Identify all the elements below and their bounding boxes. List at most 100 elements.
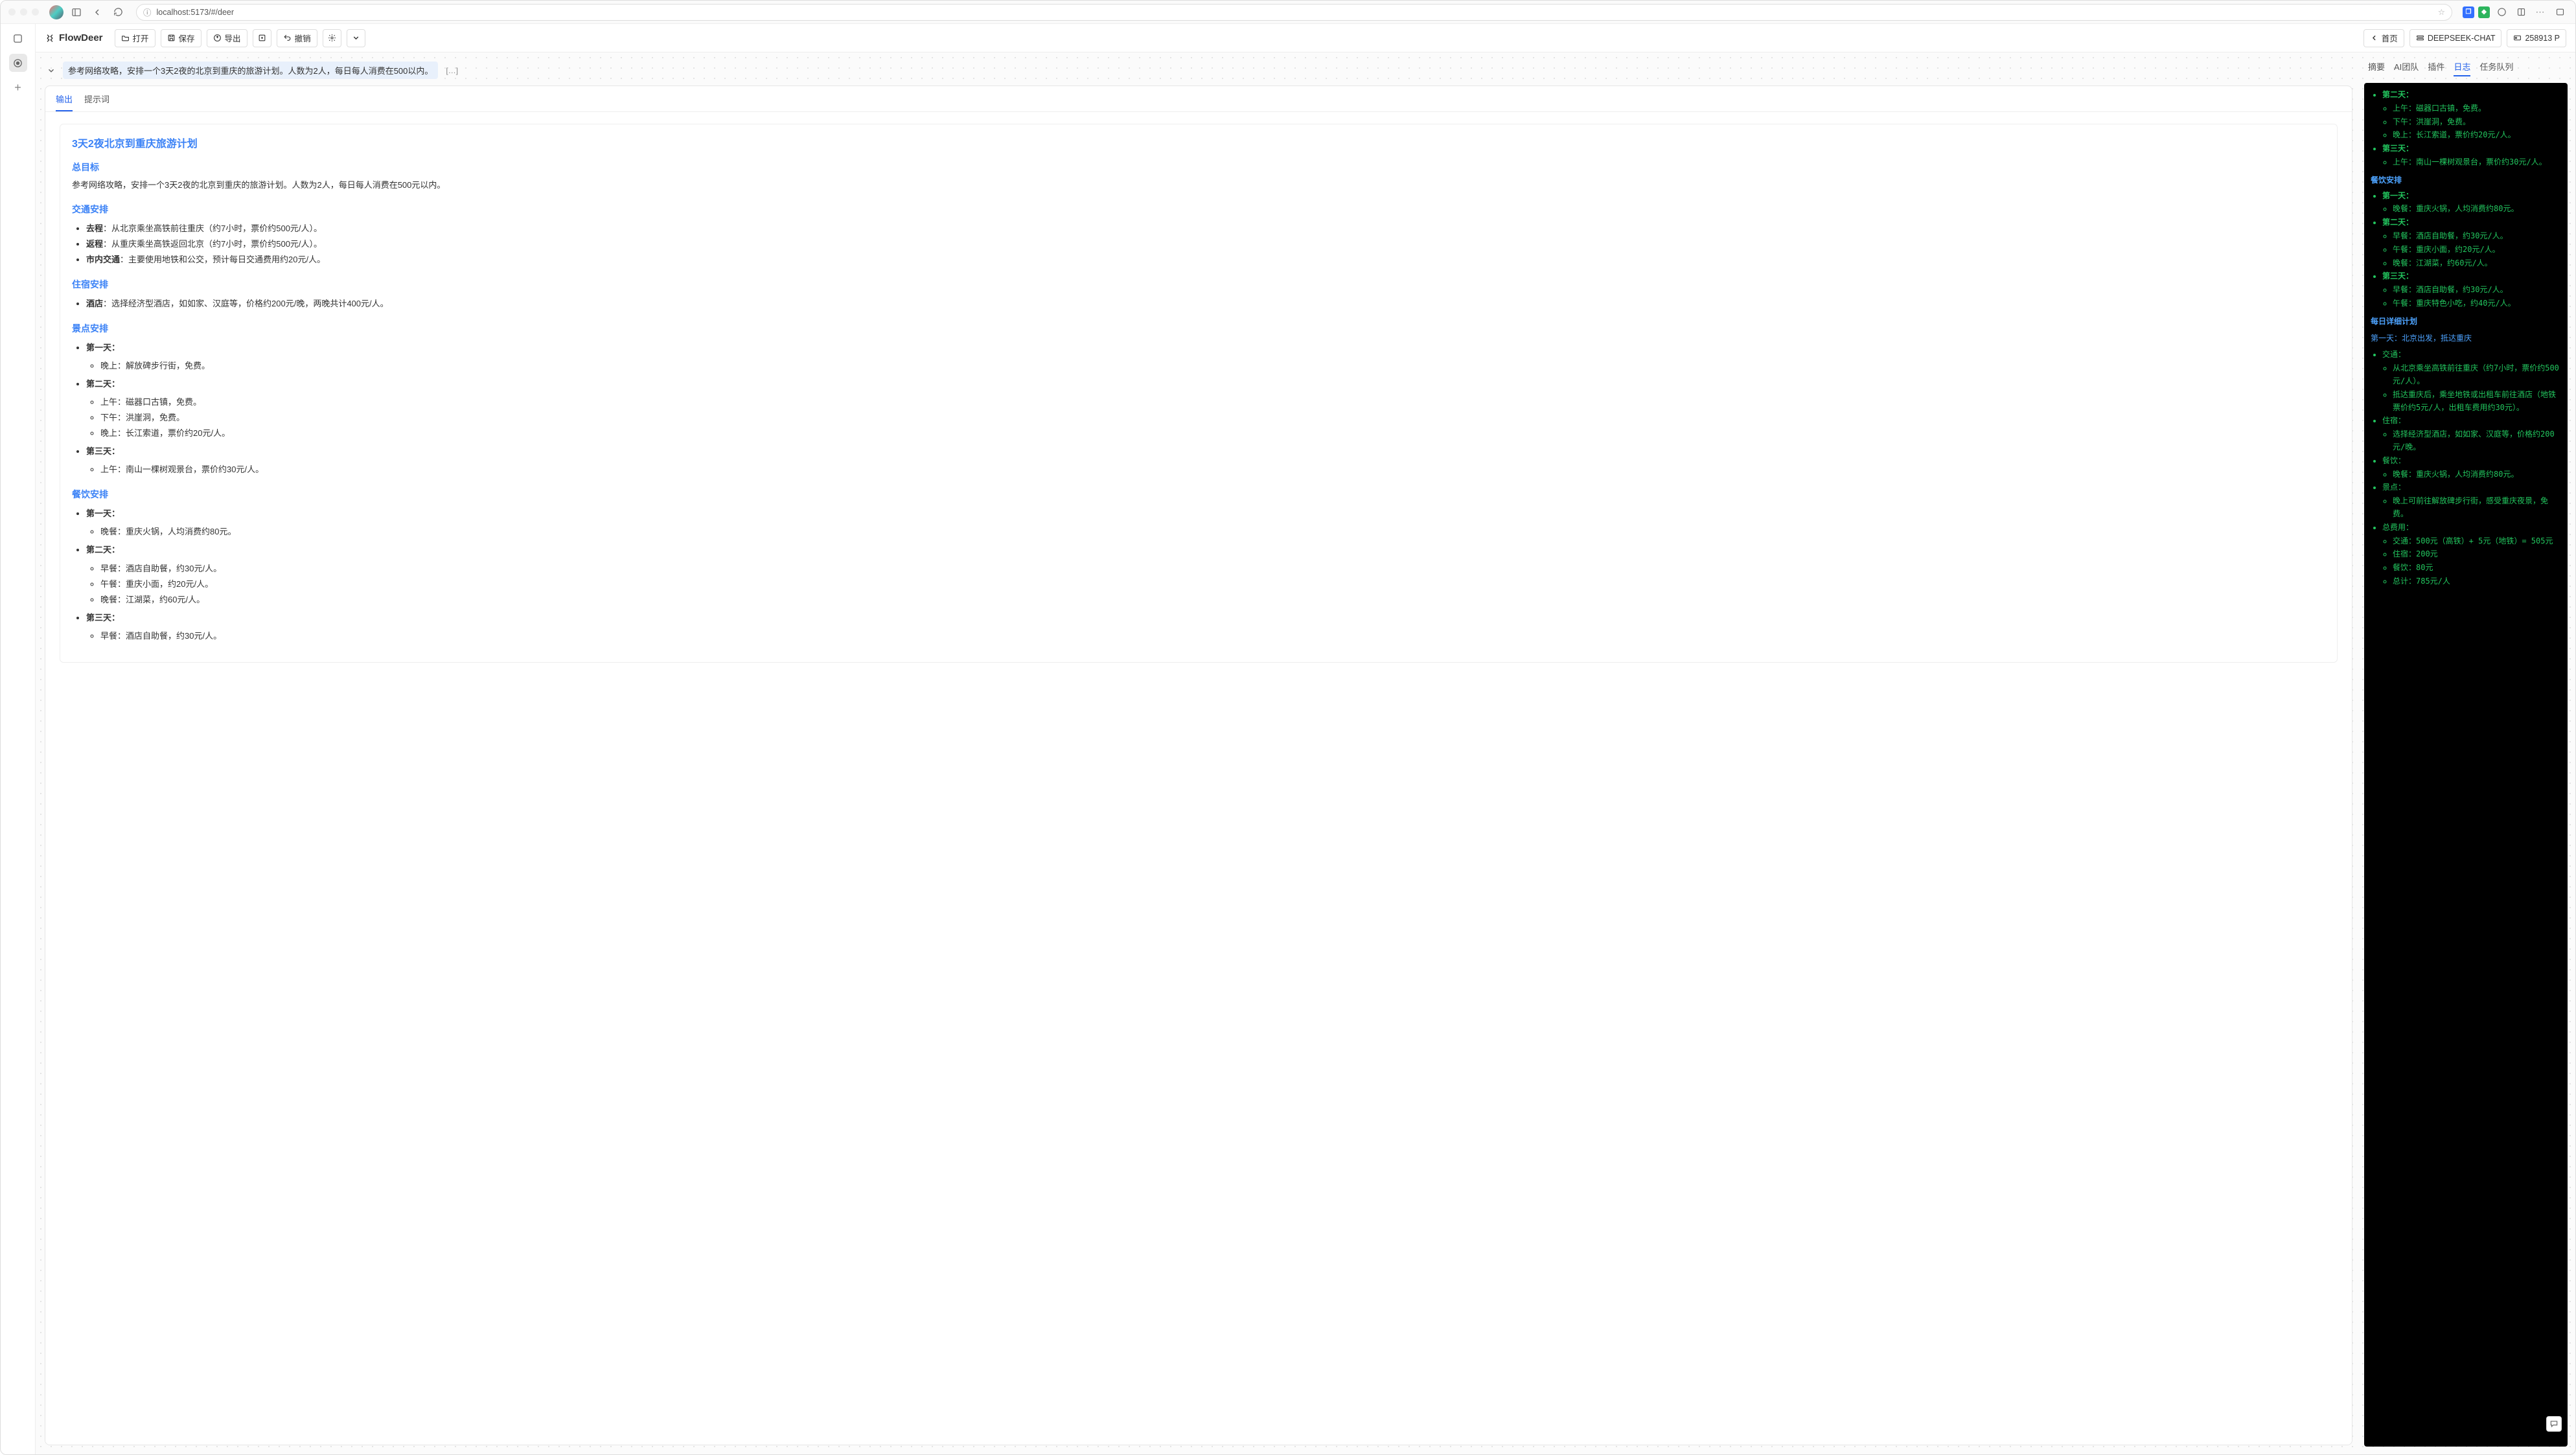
food-heading: 餐饮安排 [72, 488, 2325, 501]
app-toolbar: FlowDeer 打开 保存 导出 撤销 首页 DEEPSEEK-CHAT 25… [36, 24, 2575, 52]
points-button[interactable]: 258913 P [2507, 29, 2566, 47]
rail-item-2[interactable] [9, 54, 27, 72]
list-item: 晚餐：重庆火锅，人均消费约80元。 [100, 524, 2325, 540]
window-icon[interactable] [2552, 5, 2568, 20]
list-item: 交通：从北京乘坐高铁前往重庆（约7小时，票价约500元/人）。抵达重庆后，乘坐地… [2382, 349, 2561, 414]
lodging-heading: 住宿安排 [72, 278, 2325, 291]
url-bar[interactable]: ⓘ localhost:5173/#/deer ☆ [136, 4, 2452, 21]
list-item: 晚上：解放碑步行街，免费。 [100, 358, 2325, 374]
traffic-lights [8, 8, 39, 16]
list-item: 餐饮：80元 [2393, 562, 2561, 575]
collapse-toggle[interactable] [45, 64, 58, 77]
sidebar-toggle-icon[interactable] [69, 5, 84, 20]
list-item: 晚餐：江湖菜，约60元/人。 [100, 592, 2325, 608]
side-tab-tasks[interactable]: 任务队列 [2479, 60, 2513, 76]
feedback-button[interactable] [2546, 1416, 2562, 1432]
side-tab-plugins[interactable]: 插件 [2428, 60, 2444, 76]
list-item: 住宿：选择经济型酒店，如如家、汉庭等，价格约200元/晚。 [2382, 415, 2561, 453]
list-item: 午餐：重庆特色小吃，约40元/人。 [2393, 297, 2561, 310]
list-item: 早餐：酒店自助餐，约30元/人。 [2393, 284, 2561, 297]
list-item: 下午：洪崖洞，免费。 [100, 410, 2325, 426]
list-item: 早餐：酒店自助餐，约30元/人。 [2393, 230, 2561, 243]
panel-icon[interactable] [2513, 5, 2529, 20]
browser-sidebar: + [1, 24, 36, 1454]
undo-button[interactable]: 撤销 [277, 29, 317, 47]
tab-prompt[interactable]: 提示词 [84, 93, 109, 111]
list-item: 上午：磁器口古镇，免费。 [2393, 102, 2561, 115]
list-item: 第三天：上午：南山一棵树观景台，票价约30元/人。 [86, 444, 2325, 477]
more-icon[interactable]: ⋯ [2533, 5, 2548, 20]
list-item: 第一天：晚餐：重庆火锅，人均消费约80元。 [2382, 190, 2561, 216]
list-item: 晚上：长江索道，票价约20元/人。 [2393, 129, 2561, 142]
side-tab-summary[interactable]: 摘要 [2368, 60, 2385, 76]
log-panel[interactable]: 第二天：上午：磁器口古镇，免费。下午：洪崖洞，免费。晚上：长江索道，票价约20元… [2364, 83, 2568, 1447]
list-item: 餐饮：晚餐：重庆火锅，人均消费约80元。 [2382, 455, 2561, 481]
list-item: 早餐：酒店自助餐，约30元/人。 [100, 561, 2325, 577]
list-item: 晚上可前往解放碑步行街，感受重庆夜景，免费。 [2393, 495, 2561, 521]
home-button[interactable]: 首页 [2363, 29, 2404, 47]
list-item: 第三天：早餐：酒店自助餐，约30元/人。午餐：重庆特色小吃，约40元/人。 [2382, 270, 2561, 310]
list-item: 早餐：酒店自助餐，约30元/人。 [100, 628, 2325, 644]
log-food-heading: 餐饮安排 [2371, 174, 2561, 187]
nav-back-icon[interactable] [89, 5, 105, 20]
list-item: 午餐：重庆小面，约20元/人。 [100, 577, 2325, 592]
save-button[interactable]: 保存 [161, 29, 201, 47]
open-button[interactable]: 打开 [115, 29, 155, 47]
list-item: 从北京乘坐高铁前往重庆（约7小时，票价约500元/人）。 [2393, 362, 2561, 388]
extensions-icon[interactable] [2494, 5, 2509, 20]
document-body: 3天2夜北京到重庆旅游计划 总目标 参考网络攻略，安排一个3天2夜的北京到重庆的… [45, 112, 2352, 1445]
list-item: 午餐：重庆小面，约20元/人。 [2393, 244, 2561, 257]
list-item: 选择经济型酒店，如如家、汉庭等，价格约200元/晚。 [2393, 428, 2561, 454]
extension-badge-1[interactable]: ❐ [2463, 6, 2474, 18]
info-icon: ⓘ [143, 6, 152, 18]
profile-avatar[interactable] [49, 5, 63, 19]
log-day1-heading: 第一天：北京出发，抵达重庆 [2371, 332, 2561, 345]
list-item: 第二天：上午：磁器口古镇，免费。下午：洪崖洞，免费。晚上：长江索道，票价约20元… [2382, 89, 2561, 142]
list-item: 晚餐：江湖菜，约60元/人。 [2393, 257, 2561, 270]
browser-titlebar: ⓘ localhost:5173/#/deer ☆ ❐ ◆ ⋯ [1, 1, 2575, 24]
export-button[interactable]: 导出 [207, 29, 247, 47]
dropdown-button[interactable] [347, 29, 365, 47]
side-tab-log[interactable]: 日志 [2454, 60, 2470, 76]
doc-title: 3天2夜北京到重庆旅游计划 [72, 135, 2325, 150]
list-item: 晚餐：重庆火锅，人均消费约80元。 [2393, 203, 2561, 216]
list-item: 上午：南山一棵树观景台，票价约30元/人。 [100, 462, 2325, 477]
list-item: 总计：785元/人 [2393, 575, 2561, 588]
goal-heading: 总目标 [72, 161, 2325, 174]
star-icon[interactable]: ☆ [2438, 7, 2445, 17]
rail-item-1[interactable] [9, 29, 27, 47]
list-item: 第一天：晚餐：重庆火锅，人均消费约80元。 [86, 506, 2325, 540]
side-tab-ai-team[interactable]: AI团队 [2394, 60, 2419, 76]
list-item: 交通：500元（高铁）+ 5元（地铁）= 505元 [2393, 535, 2561, 548]
url-text: localhost:5173/#/deer [157, 8, 235, 17]
log-daily-heading: 每日详细计划 [2371, 315, 2561, 328]
list-item: 住宿：200元 [2393, 548, 2561, 561]
rail-add-icon[interactable]: + [9, 78, 27, 97]
list-item: 市内交通：主要使用地铁和公交，预计每日交通费用约20元/人。 [86, 252, 2325, 268]
list-item: 下午：洪崖洞，免费。 [2393, 116, 2561, 129]
sights-heading: 景点安排 [72, 322, 2325, 335]
model-button[interactable]: DEEPSEEK-CHAT [2409, 29, 2502, 47]
list-item: 第二天：早餐：酒店自助餐，约30元/人。午餐：重庆小面，约20元/人。晚餐：江湖… [86, 542, 2325, 607]
list-item: 去程：从北京乘坐高铁前往重庆（约7小时，票价约500元/人）。 [86, 221, 2325, 236]
settings-button[interactable] [323, 29, 341, 47]
list-item: 总费用：交通：500元（高铁）+ 5元（地铁）= 505元住宿：200元餐饮：8… [2382, 521, 2561, 588]
list-item: 景点：晚上可前往解放碑步行街，感受重庆夜景，免费。 [2382, 481, 2561, 520]
new-node-button[interactable] [253, 29, 271, 47]
list-item: 第二天：上午：磁器口古镇，免费。下午：洪崖洞，免费。晚上：长江索道，票价约20元… [86, 376, 2325, 441]
list-item: 第三天：上午：南山一棵树观景台，票价约30元/人。 [2382, 143, 2561, 169]
list-item: 返程：从重庆乘坐高铁返回北京（约7小时，票价约500元/人）。 [86, 236, 2325, 252]
extension-badge-2[interactable]: ◆ [2478, 6, 2490, 18]
list-item: 第二天：早餐：酒店自助餐，约30元/人。午餐：重庆小面，约20元/人。晚餐：江湖… [2382, 216, 2561, 269]
transport-heading: 交通安排 [72, 203, 2325, 216]
output-card: 输出 提示词 3天2夜北京到重庆旅游计划 总目标 参考网络攻略，安排一个3天2夜… [45, 86, 2352, 1445]
app-logo: FlowDeer [45, 32, 103, 43]
list-item: 晚餐：重庆火锅，人均消费约80元。 [2393, 468, 2561, 481]
prompt-text[interactable]: 参考网络攻略，安排一个3天2夜的北京到重庆的旅游计划。人数为2人，每日每人消费在… [63, 62, 438, 79]
tab-output[interactable]: 输出 [56, 93, 73, 111]
list-item: 抵达重庆后，乘坐地铁或出租车前往酒店（地铁票价约5元/人，出租车费用约30元）。 [2393, 389, 2561, 415]
list-item: 第三天：早餐：酒店自助餐，约30元/人。 [86, 610, 2325, 644]
list-item: 酒店：选择经济型酒店，如如家、汉庭等，价格约200元/晚，两晚共计400元/人。 [86, 296, 2325, 312]
nav-refresh-icon[interactable] [110, 5, 126, 20]
list-item: 上午：南山一棵树观景台，票价约30元/人。 [2393, 156, 2561, 169]
